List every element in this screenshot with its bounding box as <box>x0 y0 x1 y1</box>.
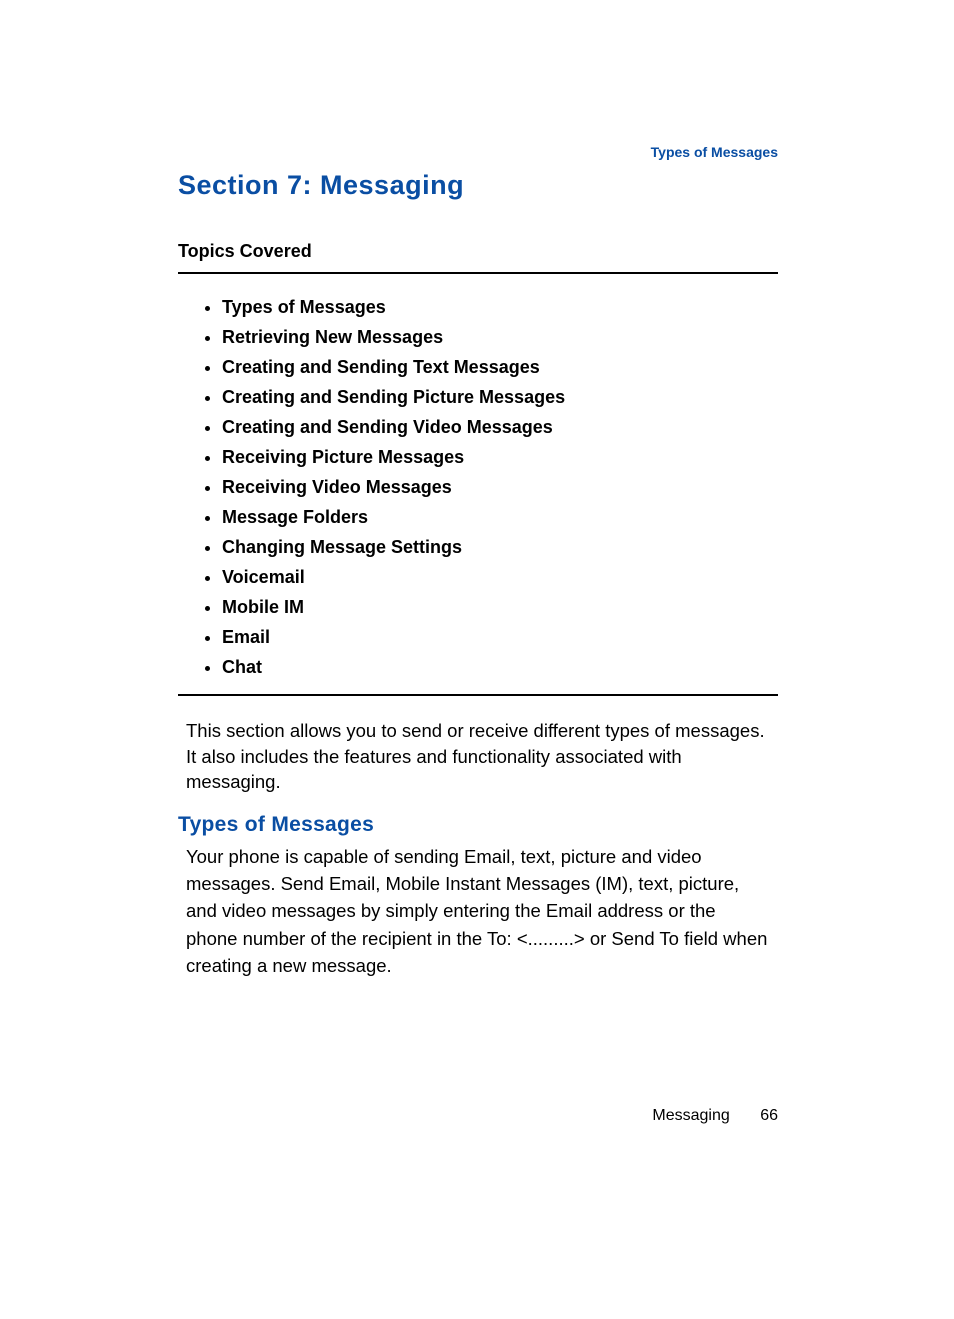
list-item: Receiving Picture Messages <box>222 442 778 472</box>
page-number: 66 <box>760 1107 778 1124</box>
list-item: Retrieving New Messages <box>222 322 778 352</box>
list-item: Email <box>222 622 778 652</box>
list-item: Message Folders <box>222 502 778 532</box>
intro-paragraph: This section allows you to send or recei… <box>186 718 770 795</box>
page-footer: Messaging 66 <box>652 1107 778 1125</box>
page-content: Section 7: Messaging Topics Covered Type… <box>178 170 778 979</box>
list-item: Creating and Sending Picture Messages <box>222 382 778 412</box>
list-item: Mobile IM <box>222 592 778 622</box>
list-item: Creating and Sending Video Messages <box>222 412 778 442</box>
list-item: Types of Messages <box>222 292 778 322</box>
running-header: Types of Messages <box>651 144 778 160</box>
footer-section-label: Messaging <box>652 1107 729 1124</box>
section-title: Section 7: Messaging <box>178 170 778 201</box>
divider-top <box>178 272 778 274</box>
divider-bottom <box>178 694 778 696</box>
subheading-types-of-messages: Types of Messages <box>178 813 778 837</box>
list-item: Voicemail <box>222 562 778 592</box>
list-item: Receiving Video Messages <box>222 472 778 502</box>
list-item: Chat <box>222 652 778 682</box>
list-item: Changing Message Settings <box>222 532 778 562</box>
list-item: Creating and Sending Text Messages <box>222 352 778 382</box>
body-paragraph: Your phone is capable of sending Email, … <box>186 843 770 980</box>
document-page: Types of Messages Section 7: Messaging T… <box>0 0 954 1319</box>
topics-list: Types of Messages Retrieving New Message… <box>178 292 778 682</box>
topics-covered-label: Topics Covered <box>178 241 778 262</box>
